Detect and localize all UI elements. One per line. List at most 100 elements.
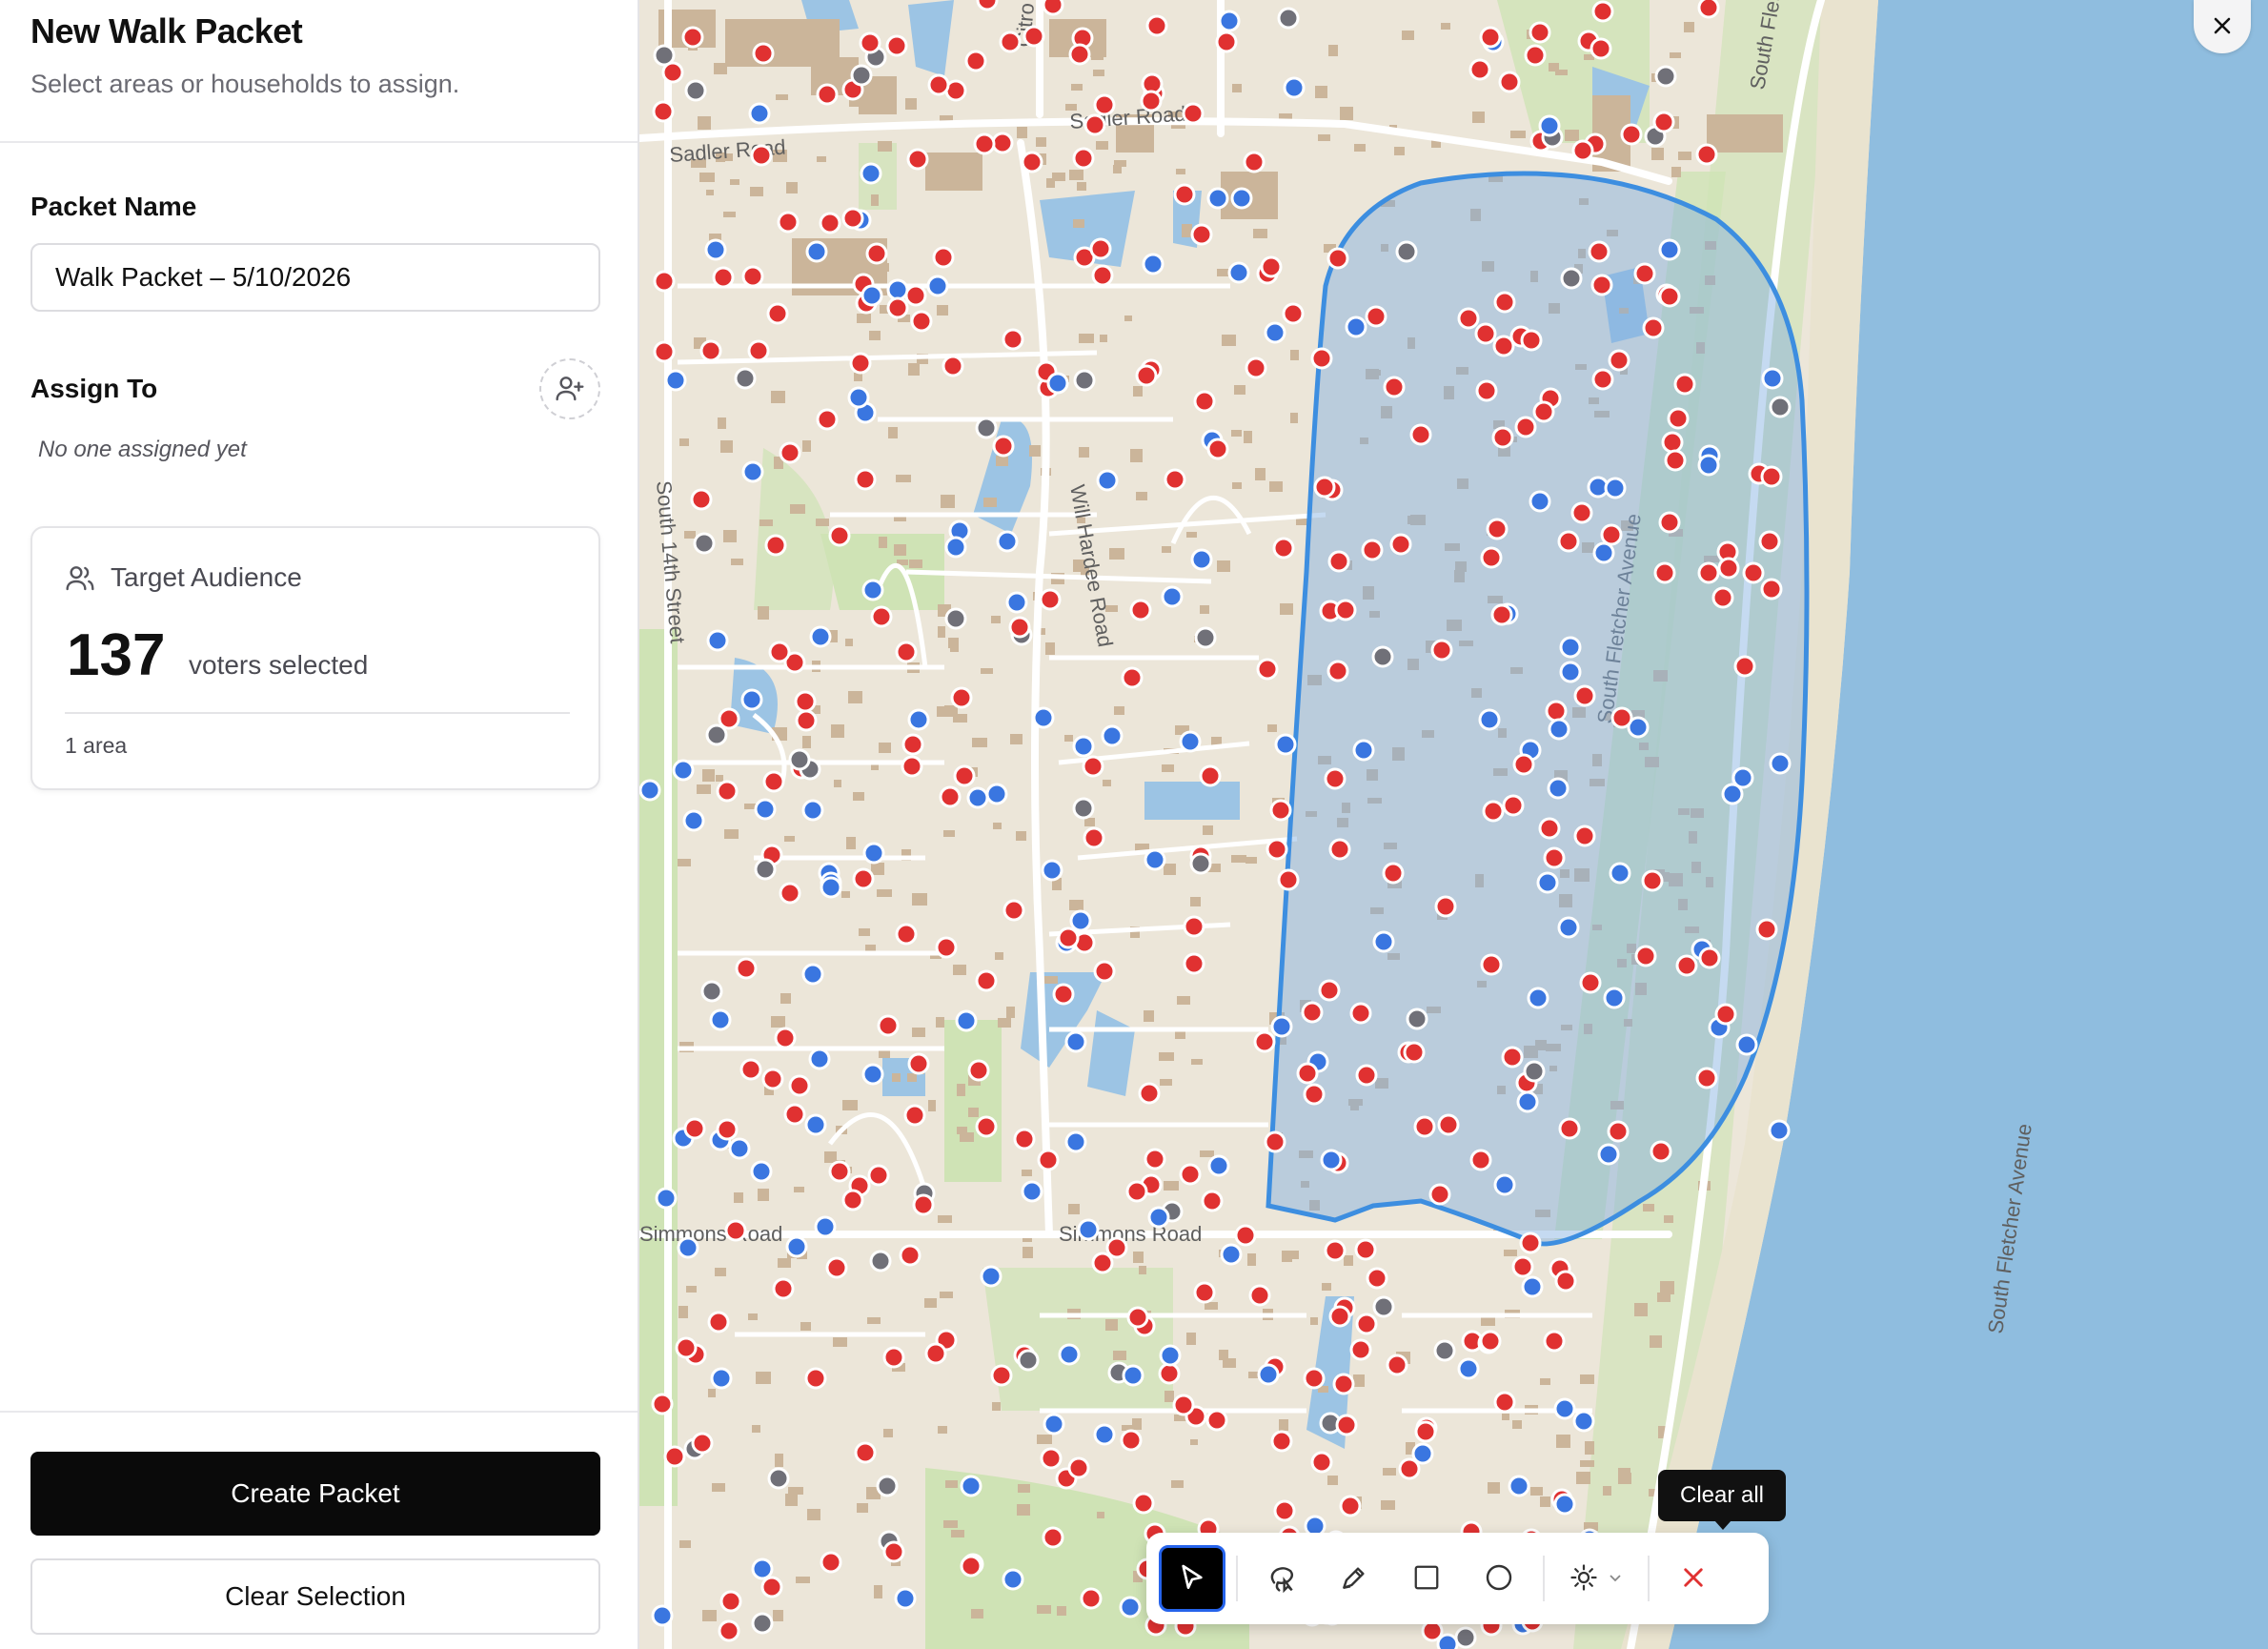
voter-household-marker[interactable] xyxy=(1558,1117,1581,1140)
voter-household-marker[interactable] xyxy=(1073,369,1096,392)
voter-household-marker[interactable] xyxy=(1355,1064,1378,1087)
voter-household-marker[interactable] xyxy=(1273,1499,1296,1522)
voter-household-marker[interactable] xyxy=(1179,730,1202,753)
voter-household-marker[interactable] xyxy=(1371,645,1394,668)
voter-household-marker[interactable] xyxy=(788,1074,811,1097)
voter-household-marker[interactable] xyxy=(1002,899,1025,922)
voter-household-marker[interactable] xyxy=(1256,658,1279,681)
voter-household-marker[interactable] xyxy=(1091,1252,1114,1274)
voter-household-marker[interactable] xyxy=(735,957,758,980)
voter-household-marker[interactable] xyxy=(1189,852,1212,875)
map-settings-dropdown[interactable] xyxy=(1555,1545,1637,1612)
voter-household-marker[interactable] xyxy=(1037,1149,1060,1171)
packet-name-input[interactable] xyxy=(30,243,600,312)
voter-household-marker[interactable] xyxy=(1140,90,1163,112)
voter-household-marker[interactable] xyxy=(1067,1456,1090,1479)
voter-household-marker[interactable] xyxy=(716,1118,739,1141)
voter-household-marker[interactable] xyxy=(1697,561,1720,584)
voter-household-marker[interactable] xyxy=(1072,797,1095,820)
voter-household-marker[interactable] xyxy=(1482,800,1505,823)
voter-household-marker[interactable] xyxy=(1372,1295,1395,1318)
voter-household-marker[interactable] xyxy=(1327,550,1350,573)
voter-household-marker[interactable] xyxy=(1093,960,1116,983)
voter-household-marker[interactable] xyxy=(1519,1232,1542,1254)
voter-household-marker[interactable] xyxy=(1328,838,1351,861)
voter-household-marker[interactable] xyxy=(841,207,864,230)
voter-household-marker[interactable] xyxy=(705,723,728,746)
voter-household-marker[interactable] xyxy=(748,102,771,125)
voter-household-marker[interactable] xyxy=(653,270,676,293)
voter-household-marker[interactable] xyxy=(967,1059,990,1082)
voter-household-marker[interactable] xyxy=(1457,307,1480,330)
voter-household-marker[interactable] xyxy=(788,748,811,771)
voter-household-marker[interactable] xyxy=(1002,328,1024,351)
voter-household-marker[interactable] xyxy=(1183,915,1205,938)
voter-household-marker[interactable] xyxy=(809,625,832,648)
voter-household-marker[interactable] xyxy=(1695,143,1718,166)
voter-household-marker[interactable] xyxy=(794,690,817,713)
voter-household-marker[interactable] xyxy=(1386,1354,1408,1376)
voter-household-marker[interactable] xyxy=(684,79,707,102)
voter-household-marker[interactable] xyxy=(1493,291,1516,314)
voter-household-marker[interactable] xyxy=(870,605,893,628)
voter-household-marker[interactable] xyxy=(1042,1526,1064,1549)
voter-household-marker[interactable] xyxy=(1498,71,1521,93)
voter-household-marker[interactable] xyxy=(1132,1492,1155,1515)
voter-household-marker[interactable] xyxy=(1434,895,1457,918)
voter-household-marker[interactable] xyxy=(1508,1475,1530,1497)
voter-household-marker[interactable] xyxy=(1296,1062,1319,1085)
voter-household-marker[interactable] xyxy=(734,367,757,390)
voter-household-marker[interactable] xyxy=(1080,1587,1103,1610)
voter-household-marker[interactable] xyxy=(1733,655,1756,678)
voter-household-marker[interactable] xyxy=(1248,1284,1271,1307)
voter-household-marker[interactable] xyxy=(1089,237,1112,260)
voter-household-marker[interactable] xyxy=(1365,305,1387,328)
voter-household-marker[interactable] xyxy=(805,240,828,263)
voter-household-marker[interactable] xyxy=(1058,1343,1081,1366)
voter-household-marker[interactable] xyxy=(1320,1149,1343,1171)
voter-household-marker[interactable] xyxy=(1652,111,1675,133)
voter-household-marker[interactable] xyxy=(1318,979,1341,1002)
circle-tool-button[interactable] xyxy=(1466,1545,1532,1612)
voter-household-marker[interactable] xyxy=(663,1445,686,1468)
voter-household-marker[interactable] xyxy=(700,980,723,1003)
voter-household-marker[interactable] xyxy=(1122,1364,1144,1387)
voter-household-marker[interactable] xyxy=(1230,187,1253,210)
voter-household-marker[interactable] xyxy=(1557,530,1580,553)
voter-household-marker[interactable] xyxy=(783,1103,806,1126)
voter-household-marker[interactable] xyxy=(861,284,883,307)
voter-household-marker[interactable] xyxy=(1430,639,1453,662)
voter-household-marker[interactable] xyxy=(1101,724,1124,747)
voter-household-marker[interactable] xyxy=(690,488,713,511)
voter-household-marker[interactable] xyxy=(942,355,964,377)
voter-household-marker[interactable] xyxy=(1480,546,1503,569)
voter-household-marker[interactable] xyxy=(1332,1373,1355,1395)
voter-household-marker[interactable] xyxy=(1270,1015,1293,1038)
voter-household-marker[interactable] xyxy=(1414,1420,1437,1443)
voter-household-marker[interactable] xyxy=(1072,735,1095,758)
voter-household-marker[interactable] xyxy=(1190,548,1213,571)
voter-household-marker[interactable] xyxy=(1479,26,1502,49)
voter-household-marker[interactable] xyxy=(819,212,841,234)
voter-household-marker[interactable] xyxy=(886,278,909,301)
voter-household-marker[interactable] xyxy=(1421,1619,1444,1642)
voter-household-marker[interactable] xyxy=(847,386,870,409)
voter-household-marker[interactable] xyxy=(816,83,839,106)
voter-household-marker[interactable] xyxy=(861,579,884,601)
voter-household-marker[interactable] xyxy=(1520,329,1543,352)
voter-household-marker[interactable] xyxy=(672,759,695,782)
voter-household-marker[interactable] xyxy=(825,1256,848,1279)
voter-household-marker[interactable] xyxy=(1253,1030,1276,1053)
voter-household-marker[interactable] xyxy=(704,238,727,261)
voter-household-marker[interactable] xyxy=(1516,1090,1539,1113)
voter-household-marker[interactable] xyxy=(1269,799,1292,822)
voter-household-marker[interactable] xyxy=(1571,139,1594,162)
voter-household-marker[interactable] xyxy=(865,242,888,265)
voter-household-marker[interactable] xyxy=(899,1244,921,1267)
voter-household-marker[interactable] xyxy=(706,629,729,652)
voter-household-marker[interactable] xyxy=(1125,1180,1148,1203)
voter-household-marker[interactable] xyxy=(1310,1451,1333,1474)
voter-household-marker[interactable] xyxy=(1600,523,1623,546)
voter-household-marker[interactable] xyxy=(804,1113,827,1136)
voter-household-marker[interactable] xyxy=(895,923,918,946)
